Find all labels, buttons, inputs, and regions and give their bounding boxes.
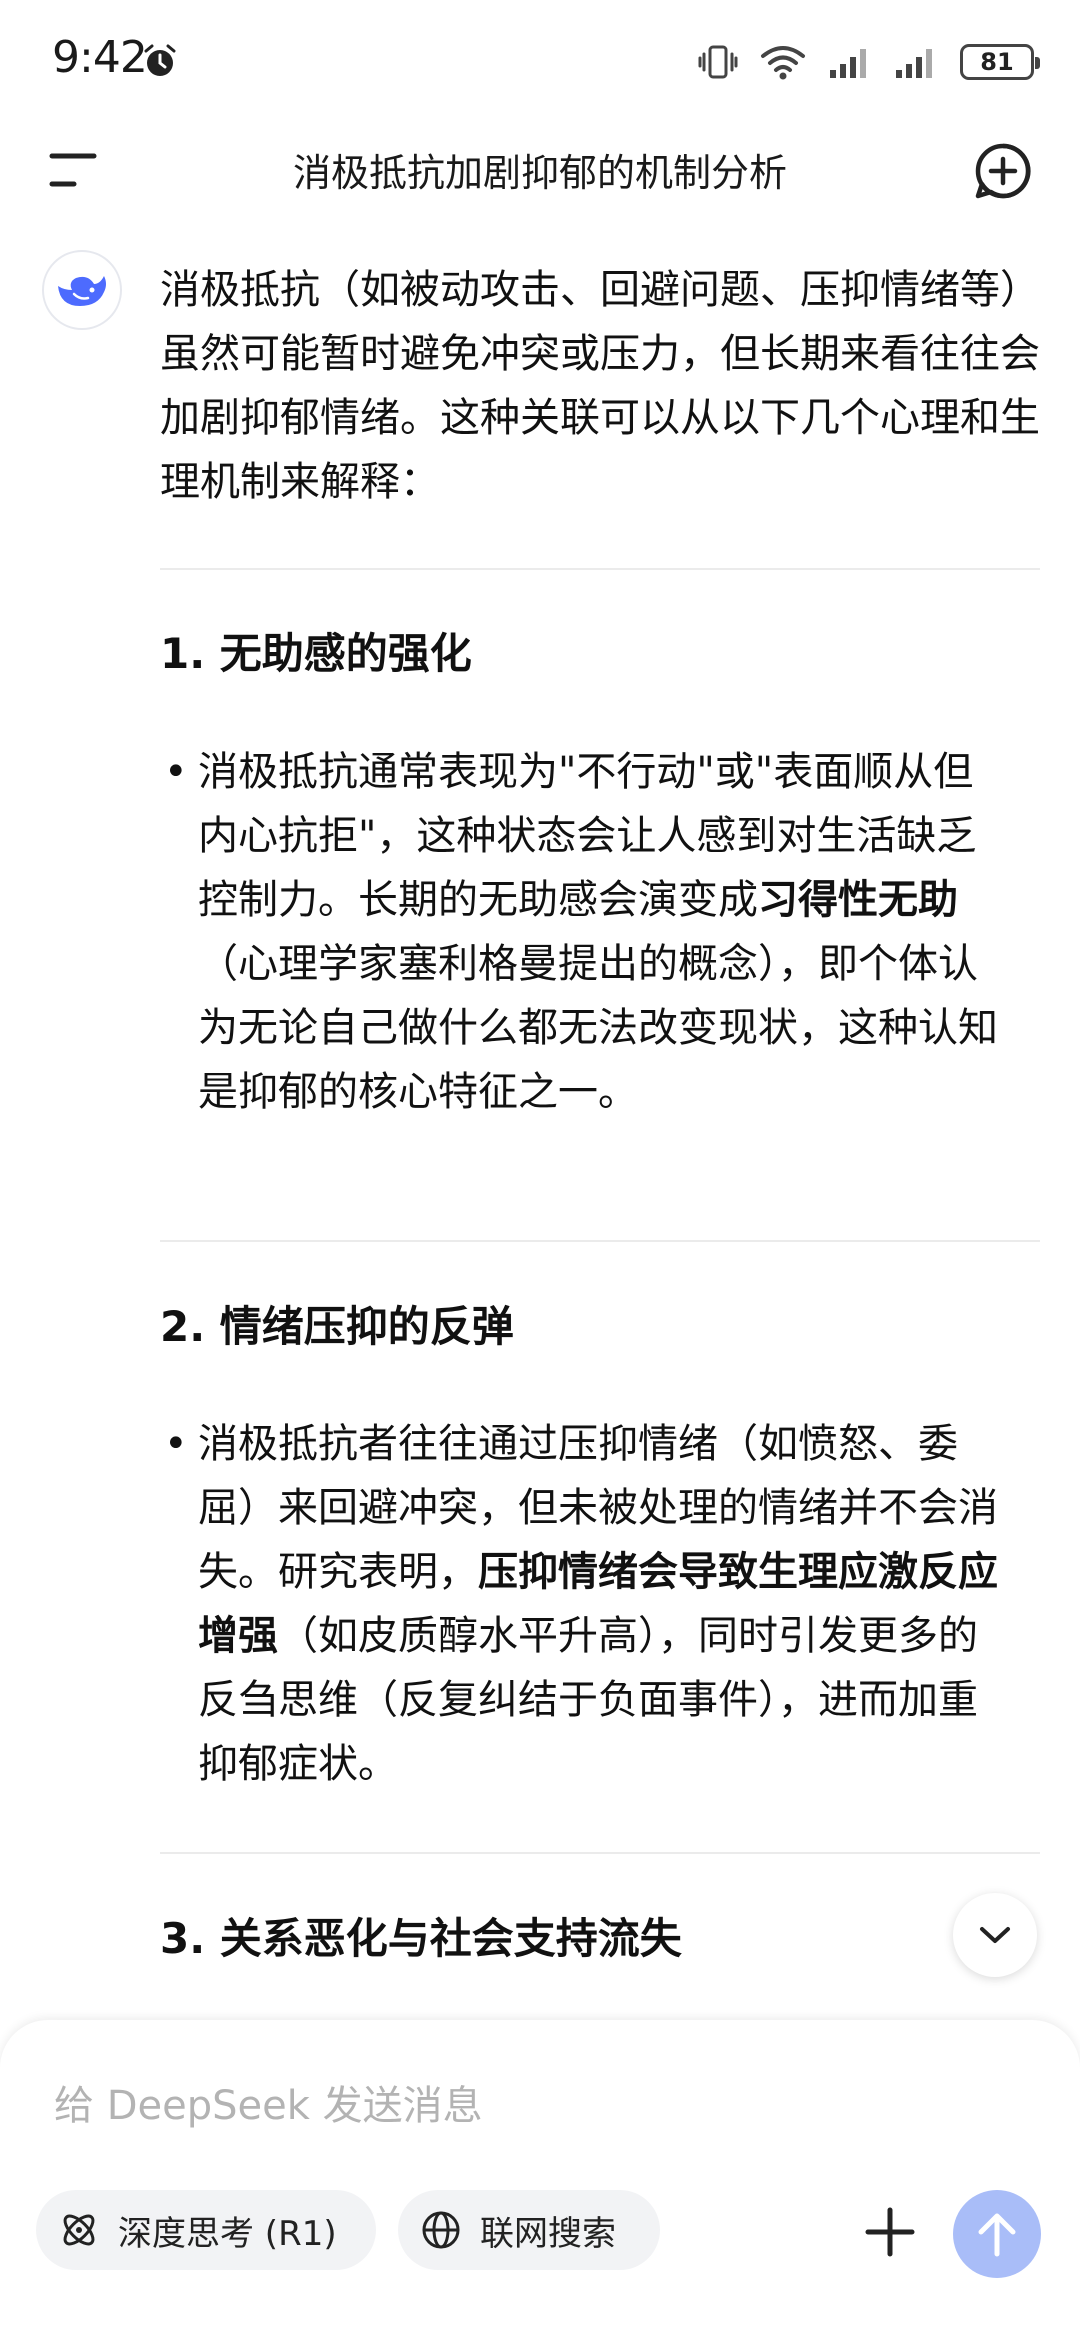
plus-icon [865, 2207, 915, 2257]
deepseek-whale-icon [58, 276, 106, 306]
send-button[interactable] [953, 2190, 1041, 2278]
message-input[interactable] [54, 2076, 954, 2136]
attach-button[interactable] [858, 2200, 922, 2264]
scroll-down-button[interactable] [953, 1893, 1037, 1977]
chat-content[interactable]: 消极抵抗（如被动攻击、回避问题、压抑情绪等）虽然可能暂时避免冲突或压力，但长期来… [0, 240, 1080, 2020]
wifi-icon [761, 46, 805, 80]
vibrate-icon [698, 45, 738, 79]
assistant-avatar [42, 250, 122, 330]
arrow-up-icon [978, 2213, 1016, 2257]
web-search-button[interactable]: 联网搜索 [398, 2190, 660, 2270]
globe-icon [422, 2211, 460, 2249]
bullet-symbol: • [164, 1421, 188, 1467]
alarm-icon [144, 44, 176, 76]
bullet-text: （如皮质醇水平升高），同时引发更多的反刍思维（反复纠结于负面事件），进而加重抑郁… [198, 1613, 978, 1787]
battery-level: 81 [980, 48, 1014, 76]
section-title-2: 2. 情绪压抑的反弹 [160, 1302, 514, 1351]
menu-icon[interactable] [48, 150, 100, 190]
bullet-emphasis: 习得性无助 [758, 877, 958, 923]
new-chat-icon[interactable] [974, 142, 1032, 200]
status-time: 9:42 [52, 32, 148, 83]
section-title-1: 1. 无助感的强化 [160, 629, 472, 678]
status-icons: 81 [698, 40, 1040, 84]
divider [160, 1852, 1040, 1854]
web-search-label: 联网搜索 [480, 2213, 616, 2254]
list-item: • 消极抵抗者往往通过压抑情绪（如愤怒、委屈）来回避冲突，但未被处理的情绪并不会消… [160, 1412, 1010, 1796]
bullet-symbol: • [164, 749, 188, 795]
divider [160, 568, 1040, 570]
bullet-text: （心理学家塞利格曼提出的概念），即个体认为无论自己做什么都无法改变现状，这种认知… [198, 941, 998, 1115]
status-bar: 9:42 81 [0, 0, 1080, 120]
atom-icon [63, 2214, 95, 2246]
deep-think-button[interactable]: 深度思考 (R1) [36, 2190, 376, 2270]
signal-icon [830, 49, 866, 78]
deep-think-label: 深度思考 (R1) [118, 2213, 337, 2254]
divider [160, 1240, 1040, 1242]
battery-icon: 81 [960, 44, 1040, 80]
page-title: 消极抵抗加剧抑郁的机制分析 [292, 151, 787, 195]
list-item: • 消极抵抗通常表现为"不行动"或"表面顺从但内心抗拒"，这种状态会让人感到对生活… [160, 740, 1010, 1124]
assistant-intro-text: 消极抵抗（如被动攻击、回避问题、压抑情绪等）虽然可能暂时避免冲突或压力，但长期来… [160, 267, 1040, 505]
composer-panel: 深度思考 (R1) 联网搜索 [0, 2020, 1080, 2331]
signal-icon [896, 49, 932, 78]
section-title-3: 3. 关系恶化与社会支持流失 [160, 1914, 682, 1963]
chevron-down-icon [980, 1927, 1010, 1943]
top-bar: 消极抵抗加剧抑郁的机制分析 [0, 120, 1080, 220]
